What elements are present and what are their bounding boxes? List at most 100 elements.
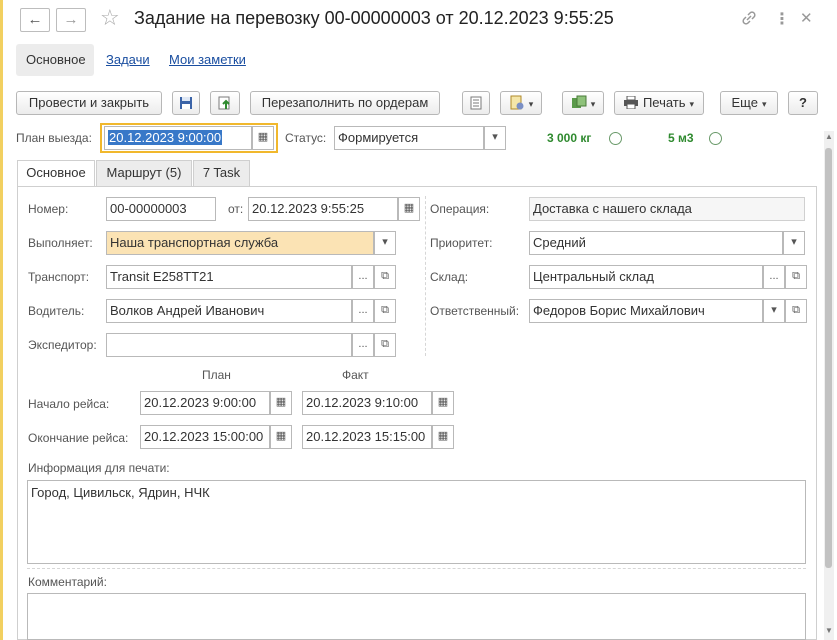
warehouse-label: Склад: [430, 270, 469, 284]
star-icon[interactable]: ☆ [100, 5, 120, 31]
list-icon [470, 96, 482, 110]
weight-indicator: 3 000 кг [547, 131, 592, 145]
plan-departure-label: План выезда: [16, 131, 92, 145]
refill-by-orders-button[interactable]: Перезаполнить по ордерам [250, 91, 440, 115]
trip-start-plan-input[interactable]: 20.12.2023 9:00:00 [140, 391, 270, 415]
open-icon[interactable]: ⧉ [374, 333, 396, 357]
calendar-icon[interactable]: ▦ [252, 126, 274, 150]
open-icon[interactable]: ⧉ [374, 265, 396, 289]
comment-textarea[interactable] [27, 593, 806, 640]
trip-start-fact-input[interactable]: 20.12.2023 9:10:00 [302, 391, 432, 415]
responsible-input[interactable]: Федоров Борис Михайлович [529, 299, 763, 323]
dots-icon[interactable]: ... [352, 265, 374, 289]
comment-label: Комментарий: [28, 575, 107, 589]
dots-icon[interactable]: ... [352, 299, 374, 323]
related-documents-button[interactable]: ▾ [562, 91, 604, 115]
dots-icon[interactable]: ... [352, 333, 374, 357]
dots-icon[interactable]: ... [763, 265, 785, 289]
calendar-icon[interactable]: ▦ [270, 425, 292, 449]
calendar-icon[interactable]: ▦ [270, 391, 292, 415]
link-icon[interactable] [740, 9, 758, 27]
document-gear-icon [510, 95, 524, 110]
plan-departure-value: 20.12.2023 9:00:00 [108, 130, 223, 145]
plan-departure-input[interactable]: 20.12.2023 9:00:00 [104, 126, 252, 150]
save-icon [180, 97, 192, 109]
status-label: Статус: [285, 131, 327, 145]
window-title: Задание на перевозку 00-00000003 от 20.1… [134, 8, 614, 28]
chevron-down-icon[interactable]: ▾ [783, 231, 805, 255]
executor-label: Выполняет: [28, 236, 93, 250]
chevron-down-icon: ▾ [528, 99, 534, 109]
operation-label: Операция: [430, 202, 490, 216]
forwarder-input[interactable] [106, 333, 352, 357]
forwarder-label: Экспедитор: [28, 338, 97, 352]
chevron-down-icon[interactable]: ▾ [763, 299, 785, 323]
open-icon[interactable]: ⧉ [785, 299, 807, 323]
status-select[interactable]: Формируется [334, 126, 484, 150]
trip-end-label: Окончание рейса: [28, 431, 129, 445]
forward-button[interactable]: → [56, 8, 86, 32]
priority-select[interactable]: Средний [529, 231, 783, 255]
inner-tab-task[interactable]: 7 Task [193, 160, 250, 186]
date-label: от: [228, 202, 244, 216]
scrollbar-thumb[interactable] [825, 148, 832, 568]
inner-tab-main[interactable]: Основное [17, 160, 95, 187]
executor-select[interactable]: Наша транспортная служба [106, 231, 374, 255]
calendar-icon[interactable]: ▦ [398, 197, 420, 221]
volume-status-circle-icon [709, 132, 722, 145]
close-icon[interactable]: ✕ [800, 9, 813, 27]
tab-my-notes[interactable]: Мои заметки [159, 44, 256, 76]
save-button[interactable] [172, 91, 200, 115]
back-button[interactable]: ← [20, 8, 50, 32]
transport-input[interactable]: Transit Е258ТТ21 [106, 265, 352, 289]
responsible-label: Ответственный: [430, 304, 520, 318]
help-button[interactable]: ? [788, 91, 818, 115]
number-input[interactable]: 00-00000003 [106, 197, 216, 221]
transport-label: Транспорт: [28, 270, 90, 284]
weight-status-circle-icon [609, 132, 622, 145]
scroll-up-icon[interactable]: ▲ [825, 132, 833, 141]
back-arrow-icon: ← [27, 11, 43, 28]
print-button[interactable]: Печать ▾ [614, 91, 704, 115]
more-menu-icon[interactable]: ⋮ [774, 9, 790, 29]
plan-column-header: План [202, 368, 231, 382]
date-input[interactable]: 20.12.2023 9:55:25 [248, 197, 398, 221]
section-divider [27, 568, 806, 569]
list-button[interactable] [462, 91, 490, 115]
documents-icon [571, 95, 587, 108]
post-button[interactable] [210, 91, 240, 115]
driver-label: Водитель: [28, 304, 85, 318]
open-icon[interactable]: ⧉ [374, 299, 396, 323]
post-and-close-button[interactable]: Провести и закрыть [16, 91, 162, 115]
calendar-icon[interactable]: ▦ [432, 391, 454, 415]
number-label: Номер: [28, 202, 69, 216]
trip-end-fact-input[interactable]: 20.12.2023 15:15:00 [302, 425, 432, 449]
print-label: Печать [642, 95, 686, 110]
window-accent-edge [0, 0, 3, 640]
chevron-down-icon[interactable]: ▾ [374, 231, 396, 255]
column-divider [425, 196, 426, 356]
open-icon[interactable]: ⧉ [785, 265, 807, 289]
tab-tasks[interactable]: Задачи [96, 44, 160, 76]
more-button[interactable]: Еще ▾ [720, 91, 778, 115]
create-based-on-button[interactable]: ▾ [500, 91, 542, 115]
inner-tab-route[interactable]: Маршрут (5) [96, 160, 192, 186]
scroll-down-icon[interactable]: ▼ [825, 626, 833, 635]
post-document-icon [218, 96, 230, 110]
print-info-textarea[interactable]: Город, Цивильск, Ядрин, НЧК [27, 480, 806, 564]
chevron-down-icon: ▾ [761, 99, 767, 109]
print-info-label: Информация для печати: [28, 461, 170, 475]
printer-icon [623, 95, 638, 110]
chevron-down-icon: ▾ [590, 99, 596, 109]
trip-end-plan-input[interactable]: 20.12.2023 15:00:00 [140, 425, 270, 449]
tab-main[interactable]: Основное [16, 44, 94, 76]
driver-input[interactable]: Волков Андрей Иванович [106, 299, 352, 323]
chevron-down-icon: ▾ [689, 99, 695, 109]
priority-label: Приоритет: [430, 236, 493, 250]
chevron-down-icon[interactable]: ▾ [484, 126, 506, 150]
volume-indicator: 5 м3 [668, 131, 694, 145]
operation-field: Доставка с нашего склада [529, 197, 805, 221]
calendar-icon[interactable]: ▦ [432, 425, 454, 449]
warehouse-input[interactable]: Центральный склад [529, 265, 763, 289]
fact-column-header: Факт [342, 368, 369, 382]
